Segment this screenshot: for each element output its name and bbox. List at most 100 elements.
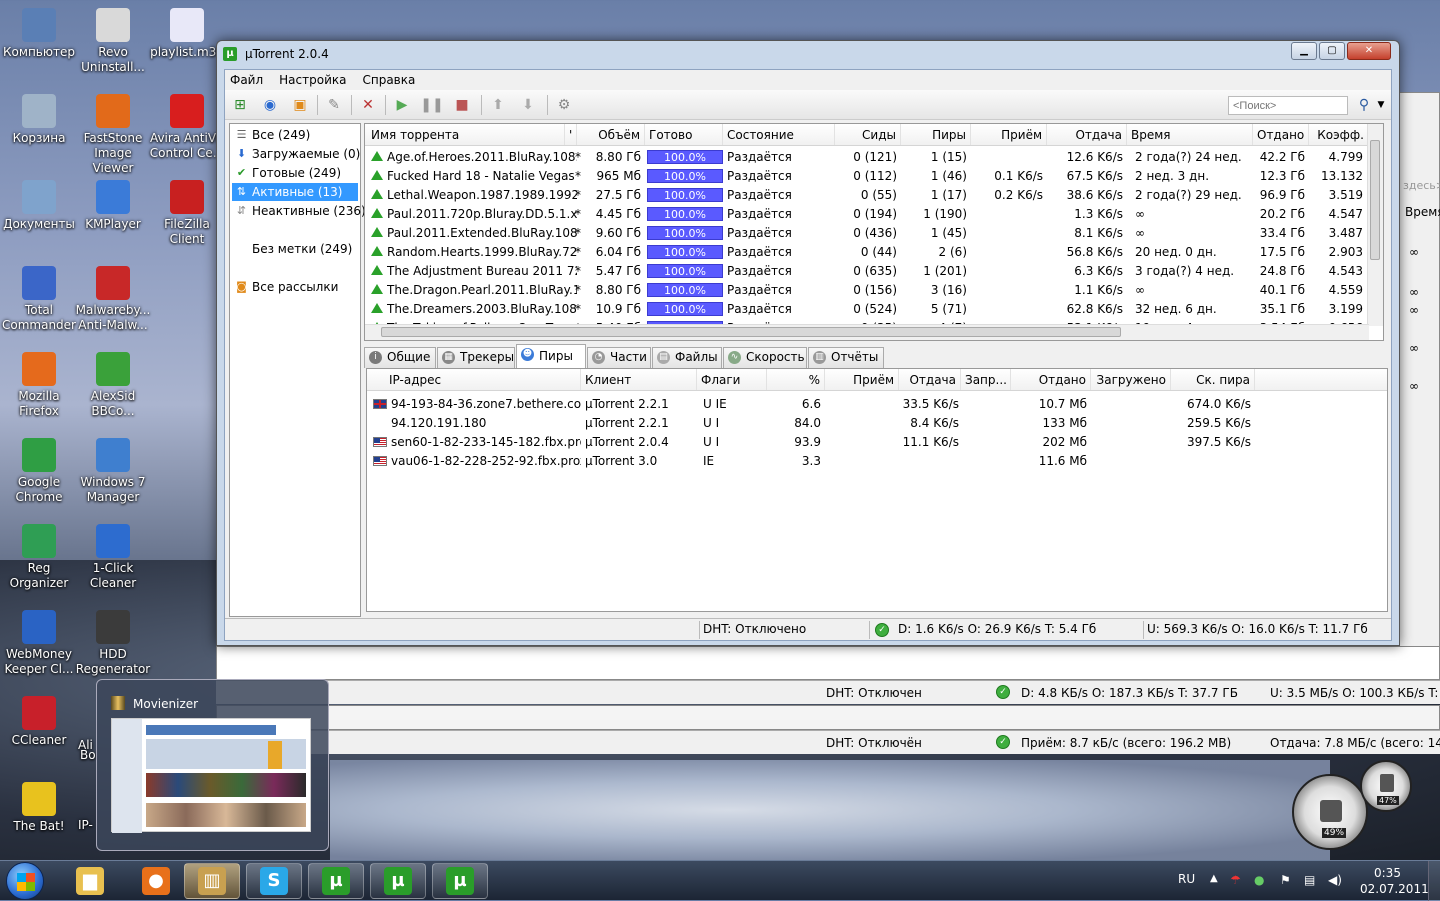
column-header[interactable]: Время: [1127, 124, 1253, 145]
desktop-icon[interactable]: Документы: [0, 180, 78, 232]
column-header[interactable]: Отдача: [1047, 124, 1127, 145]
move-down-icon[interactable]: ⬇: [517, 94, 539, 116]
sidebar-item[interactable]: ⬇ Загружаемые (0): [232, 145, 360, 163]
move-up-icon[interactable]: ⬆: [487, 94, 509, 116]
column-header[interactable]: Коэфф.: [1309, 124, 1369, 145]
stop-icon[interactable]: ■: [451, 94, 473, 116]
title-bar[interactable]: µ µTorrent 2.0.4 ▁ ▢ ✕: [217, 41, 1399, 69]
sidebar-item[interactable]: ⇅ Активные (13): [232, 183, 358, 201]
desktop-icon[interactable]: FastStone Image Viewer: [74, 94, 152, 176]
column-header[interactable]: ': [565, 124, 577, 145]
taskbar-button-firefox[interactable]: ●: [128, 863, 184, 899]
torrent-list[interactable]: Имя торрента ' Объём Готово Состояние Сиды Пир…: [364, 123, 1384, 341]
antivirus-tray-icon[interactable]: ☂: [1230, 873, 1241, 887]
torrent-row[interactable]: The.Dragon.Pearl.2011.BluRay.1... * 8.80 Г…: [365, 281, 1375, 300]
desktop-icon[interactable]: WebMoney Keeper Cl...: [0, 610, 78, 677]
tab-trackers[interactable]: ▦ Трекеры: [437, 347, 515, 368]
column-header[interactable]: Отдача: [899, 369, 961, 390]
desktop-icon[interactable]: HDD Regenerator: [74, 610, 152, 677]
torrent-row[interactable]: Paul.2011.720p.Bluray.DD.5.1.x2... * 4.45 …: [365, 205, 1375, 224]
column-header[interactable]: %: [767, 369, 825, 390]
scroll-thumb[interactable]: [1370, 140, 1380, 260]
clock-time[interactable]: 0:35: [1374, 866, 1401, 880]
add-url-icon[interactable]: ◉: [259, 94, 281, 116]
memory-gauge[interactable]: 47%: [1360, 760, 1412, 812]
network-icon[interactable]: ▤: [1304, 873, 1315, 887]
torrent-row[interactable]: Random.Hearts.1999.BluRay.72... * 6.04 Гб 1…: [365, 243, 1375, 262]
start-icon[interactable]: ▶: [391, 94, 413, 116]
taskbar-thumbnail-preview[interactable]: Movienizer: [96, 679, 329, 851]
taskbar-button-utorrent[interactable]: µ: [308, 863, 364, 899]
desktop-icon[interactable]: Mozilla Firefox: [0, 352, 78, 419]
desktop-icon[interactable]: Revo Uninstall...: [74, 8, 152, 75]
column-header[interactable]: Ск. пира: [1171, 369, 1255, 390]
taskbar-button-explorer[interactable]: ▆: [62, 863, 118, 899]
language-indicator[interactable]: RU: [1178, 872, 1195, 886]
desktop-icon[interactable]: Malwareby... Anti-Malw...: [74, 266, 152, 333]
desktop-icon[interactable]: Google Chrome: [0, 438, 78, 505]
peer-row[interactable]: 94-193-84-36.zone7.bethere.co.uk µTorrent…: [367, 395, 1387, 414]
settings-icon[interactable]: ⚙: [553, 94, 575, 116]
torrent-row[interactable]: Age.of.Heroes.2011.BluRay.108... * 8.80 Гб…: [365, 148, 1375, 167]
desktop-icon[interactable]: playlist.m3u: [148, 8, 226, 60]
start-button[interactable]: [6, 862, 44, 900]
column-header[interactable]: Отдано: [1011, 369, 1091, 390]
column-header[interactable]: Клиент: [581, 369, 697, 390]
column-header[interactable]: Сиды: [835, 124, 901, 145]
background-window[interactable]: здесь> Время ∞ ∞ ∞ ∞ ∞: [1398, 92, 1440, 682]
background-window-2[interactable]: [216, 646, 1440, 680]
desktop-icon[interactable]: The Bat!: [0, 782, 78, 834]
column-header[interactable]: Отдано: [1253, 124, 1309, 145]
desktop-icon[interactable]: 1-Click Cleaner: [74, 524, 152, 591]
remove-icon[interactable]: ✕: [357, 94, 379, 116]
sidebar-item[interactable]: Без метки (249): [232, 240, 358, 258]
tray-expand-icon[interactable]: ▲: [1210, 873, 1218, 884]
taskbar-button-utorrent[interactable]: µ: [432, 863, 488, 899]
peer-row[interactable]: vau06-1-82-228-252-92.fbx.proxa... µTorre…: [367, 452, 1387, 471]
volume-icon[interactable]: ◀): [1328, 873, 1342, 887]
desktop-icon[interactable]: Avira AntiVir Control Ce...: [148, 94, 226, 161]
tab-info[interactable]: i Общие: [364, 347, 436, 368]
utorrent-window[interactable]: µ µTorrent 2.0.4 ▁ ▢ ✕ Файл Настройка Сп…: [216, 40, 1400, 646]
column-header[interactable]: Флаги: [697, 369, 767, 390]
column-header[interactable]: Готово: [645, 124, 723, 145]
clock-date[interactable]: 02.07.2011: [1360, 882, 1429, 896]
column-header[interactable]: Приём: [825, 369, 899, 390]
desktop-icon[interactable]: Windows 7 Manager: [74, 438, 152, 505]
menu-file[interactable]: Файл: [230, 73, 263, 87]
torrent-list-vscrollbar[interactable]: [1367, 124, 1383, 326]
action-center-icon[interactable]: ⚑: [1280, 873, 1291, 887]
show-desktop-button[interactable]: [1428, 861, 1440, 901]
column-header[interactable]: Запр...: [961, 369, 1011, 390]
tab-pieces[interactable]: ◔ Части: [587, 347, 651, 368]
column-header[interactable]: IP-адрес: [367, 369, 581, 390]
torrent-row[interactable]: The Adjustment Bureau 2011 72... * 5.47 Гб…: [365, 262, 1375, 281]
taskbar-button-utorrent[interactable]: µ: [370, 863, 426, 899]
column-header[interactable]: Состояние: [723, 124, 835, 145]
add-torrent-icon[interactable]: ⊞: [229, 94, 251, 116]
column-header[interactable]: Объём: [577, 124, 645, 145]
desktop-icon[interactable]: AlexSid BBCo...: [74, 352, 152, 419]
peers-list[interactable]: IP-адрес Клиент Флаги% Приём Отдача Запр... От…: [366, 368, 1388, 612]
peer-row[interactable]: sen60-1-82-233-145-182.fbx.prox... µTorre…: [367, 433, 1387, 452]
maximize-button[interactable]: ▢: [1319, 42, 1345, 60]
sidebar-item[interactable]: ☰ Все (249): [232, 126, 358, 144]
column-header[interactable]: Загружено: [1091, 369, 1171, 390]
tab-files[interactable]: ▤ Файлы: [652, 347, 722, 368]
torrent-row[interactable]: Paul.2011.Extended.BluRay.1080... * 9.60 Г…: [365, 224, 1375, 243]
search-icon[interactable]: ⚲: [1353, 94, 1375, 116]
torrent-row[interactable]: Lethal.Weapon.1987.1989.1992.... * 27.5 Гб…: [365, 186, 1375, 205]
pause-icon[interactable]: ❚❚: [420, 94, 443, 116]
minimize-button[interactable]: ▁: [1291, 42, 1317, 60]
desktop-icon[interactable]: Компьютер: [0, 8, 78, 60]
menu-settings[interactable]: Настройка: [279, 73, 346, 87]
tab-speed[interactable]: ∿ Скорость: [723, 347, 807, 368]
chevron-down-icon[interactable]: ▼: [1375, 94, 1387, 116]
menu-help[interactable]: Справка: [362, 73, 415, 87]
close-button[interactable]: ✕: [1347, 42, 1391, 60]
search-input[interactable]: [1228, 96, 1348, 115]
torrent-row[interactable]: The.Dreamers.2003.BluRay.1080... * 10.9 Гб…: [365, 300, 1375, 319]
desktop-icon[interactable]: CCleaner: [0, 696, 78, 748]
sidebar-item[interactable]: ◙ Все рассылки: [232, 278, 358, 296]
sidebar-item[interactable]: ⇵ Неактивные (236): [232, 202, 366, 220]
